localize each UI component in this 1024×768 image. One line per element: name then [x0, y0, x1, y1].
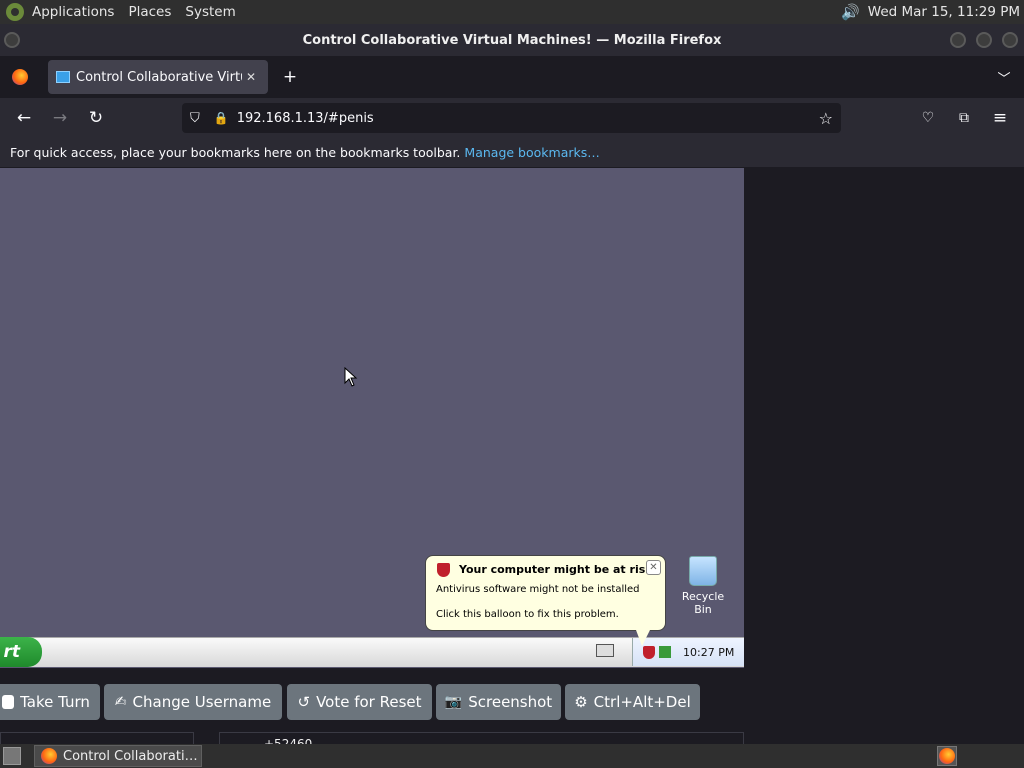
security-balloon[interactable]: Your computer might be at risk ✕ Antivir… [425, 555, 666, 631]
maximize-icon[interactable] [976, 32, 992, 48]
forward-icon[interactable]: → [46, 104, 74, 132]
reload-icon[interactable]: ↻ [82, 104, 110, 132]
balloon-close-icon[interactable]: ✕ [646, 560, 661, 575]
undo-icon: ↺ [297, 693, 311, 711]
take-turn-label: Take Turn [20, 693, 90, 711]
menu-places[interactable]: Places [128, 4, 171, 20]
close-window-icon[interactable] [1002, 32, 1018, 48]
balloon-tail [636, 630, 650, 646]
bookmark-star-icon[interactable]: ☆ [819, 109, 833, 128]
camera-icon: 📷 [444, 694, 463, 710]
firefox-icon [12, 69, 28, 85]
security-shield-icon[interactable] [643, 645, 655, 659]
balloon-line2: Click this balloon to fix this problem. [436, 609, 619, 620]
change-username-label: Change Username [132, 693, 272, 711]
url-bar[interactable]: ⛉ 🔒 192.168.1.13/#penis ☆ [182, 103, 841, 133]
distro-logo-icon[interactable] [6, 3, 24, 21]
firefox-tray-icon[interactable] [937, 746, 957, 766]
firefox-icon [41, 748, 57, 764]
recycle-bin-label: Recycle Bin [681, 590, 725, 616]
signature-icon: ✍ [114, 694, 127, 710]
window-titlebar: Control Collaborative Virtual Machines! … [0, 24, 1024, 56]
balloon-line1: Antivirus software might not be installe… [436, 584, 640, 595]
lock-icon[interactable]: 🔒 [214, 111, 229, 125]
new-tab-button[interactable]: + [276, 63, 304, 91]
vm-clock[interactable]: 10:27 PM [683, 646, 734, 659]
list-all-tabs-icon[interactable]: ﹀ [990, 63, 1018, 91]
take-turn-button[interactable]: Take Turn [0, 684, 100, 720]
url-text[interactable]: 192.168.1.13/#penis [237, 111, 374, 126]
balloon-shield-icon [437, 563, 450, 577]
change-username-button[interactable]: ✍ Change Username [104, 684, 282, 720]
firefox-view-button[interactable] [10, 67, 30, 87]
back-icon[interactable]: ← [10, 104, 38, 132]
vote-reset-label: Vote for Reset [316, 693, 422, 711]
panel-clock[interactable]: Wed Mar 15, 11:29 PM [868, 4, 1020, 20]
extensions-icon[interactable]: ⧉ [950, 104, 978, 132]
menu-hamburger-icon[interactable]: ≡ [986, 104, 1014, 132]
window-title: Control Collaborative Virtual Machines! … [302, 32, 722, 48]
ctrl-alt-del-button[interactable]: ⚙ Ctrl+Alt+Del [565, 684, 700, 720]
network-icon[interactable] [659, 646, 671, 658]
recycle-bin-icon [689, 556, 717, 586]
screenshot-label: Screenshot [468, 693, 553, 711]
recycle-bin[interactable]: Recycle Bin [672, 556, 734, 616]
top-panel: Applications Places System 🔊 Wed Mar 15,… [0, 0, 1024, 24]
taskbar-item-label: Control Collaborati… [63, 748, 198, 764]
balloon-title: Your computer might be at risk [459, 563, 653, 576]
window-menu-icon[interactable] [4, 32, 20, 48]
menu-system[interactable]: System [185, 4, 235, 20]
tab-favicon-icon [56, 71, 70, 83]
tab-title: Control Collaborative Virtual Machines! [76, 69, 242, 85]
mouse-cursor-icon [344, 367, 358, 387]
menu-applications[interactable]: Applications [32, 4, 114, 20]
firefox-icon [939, 748, 955, 764]
manage-bookmarks-link[interactable]: Manage bookmarks… [464, 145, 599, 160]
tracking-shield-icon[interactable]: ⛉ [190, 111, 200, 126]
volume-icon[interactable]: 🔊 [841, 3, 860, 21]
bookmarks-message: For quick access, place your bookmarks h… [10, 145, 461, 160]
ctrl-alt-del-label: Ctrl+Alt+Del [593, 693, 691, 711]
gear-icon: ⚙ [574, 693, 588, 711]
mouse-icon [2, 695, 15, 709]
vm-keyboard-icon[interactable] [596, 644, 614, 657]
tab-close-icon[interactable]: ✕ [246, 70, 256, 84]
screenshot-button[interactable]: 📷 Screenshot [436, 684, 561, 720]
vm-start-button[interactable]: rt [0, 637, 42, 667]
minimize-icon[interactable] [950, 32, 966, 48]
show-desktop-icon[interactable] [3, 747, 21, 765]
pocket-icon[interactable]: ♡ [914, 104, 942, 132]
bookmarks-toolbar: For quick access, place your bookmarks h… [0, 138, 1024, 168]
tab-active[interactable]: Control Collaborative Virtual Machines! … [48, 60, 268, 94]
taskbar-item-firefox[interactable]: Control Collaborati… [34, 745, 202, 767]
vote-reset-button[interactable]: ↺ Vote for Reset [287, 684, 432, 720]
